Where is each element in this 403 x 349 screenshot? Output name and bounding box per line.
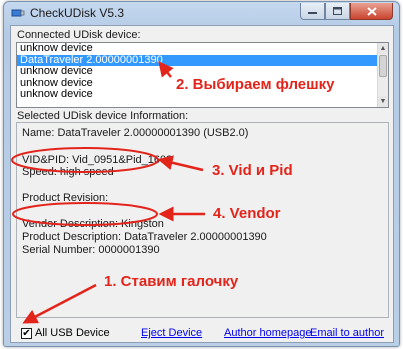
listbox-scrollbar[interactable]: ▲ ▼ xyxy=(377,43,388,107)
usb-app-icon xyxy=(11,9,25,17)
scroll-thumb[interactable] xyxy=(379,55,387,77)
bottom-bar: ✔ All USB Device Eject Device Author hom… xyxy=(11,325,393,343)
close-icon xyxy=(366,6,377,16)
checkudisk-window: CheckUDisk V5.3 Connected UDisk device: … xyxy=(3,1,400,347)
info-vidpid: VID&PID: Vid_0951&Pid_1603 xyxy=(22,154,173,166)
minimize-button[interactable] xyxy=(300,3,325,20)
info-revision: Product Revision: xyxy=(22,192,109,204)
info-speed: Speed: high speed xyxy=(22,166,114,178)
scroll-up-icon[interactable]: ▲ xyxy=(378,43,388,54)
maximize-button[interactable] xyxy=(325,3,350,20)
device-listbox[interactable]: unknow device DataTraveler 2.00000001390… xyxy=(16,42,389,108)
all-usb-label[interactable]: All USB Device xyxy=(35,327,110,339)
window-title: CheckUDisk V5.3 xyxy=(30,6,125,20)
author-homepage-link[interactable]: Author homepage xyxy=(224,327,311,339)
info-serial: Serial Number: 0000001390 xyxy=(22,244,160,256)
annotation-step1: 1. Ставим галочку xyxy=(104,273,239,290)
info-product: Product Description: DataTraveler 2.0000… xyxy=(22,231,267,243)
maximize-icon xyxy=(333,7,342,15)
all-usb-checkbox[interactable]: ✔ xyxy=(21,328,32,339)
email-author-link[interactable]: Email to author xyxy=(310,327,384,339)
title-bar[interactable]: CheckUDisk V5.3 xyxy=(4,2,399,24)
minimize-icon xyxy=(308,12,317,14)
client-area: Connected UDisk device: unknow device Da… xyxy=(10,25,394,343)
annotation-step3: 3. Vid и Pid xyxy=(212,162,293,179)
info-name: Name: DataTraveler 2.00000001390 (USB2.0… xyxy=(22,127,249,139)
info-vendor: Vendor Description: Kingston xyxy=(22,218,164,230)
selected-info-label: Selected UDisk device Information: xyxy=(17,110,189,122)
list-item[interactable]: unknow device xyxy=(17,43,388,55)
connected-devices-label: Connected UDisk device: xyxy=(17,29,141,41)
close-button[interactable] xyxy=(350,3,393,20)
annotation-step2: 2. Выбираем флешку xyxy=(176,76,335,93)
scroll-down-icon[interactable]: ▼ xyxy=(378,96,388,107)
annotation-step4: 4. Vendor xyxy=(213,205,281,222)
caption-buttons xyxy=(300,3,393,21)
eject-device-link[interactable]: Eject Device xyxy=(141,327,202,339)
